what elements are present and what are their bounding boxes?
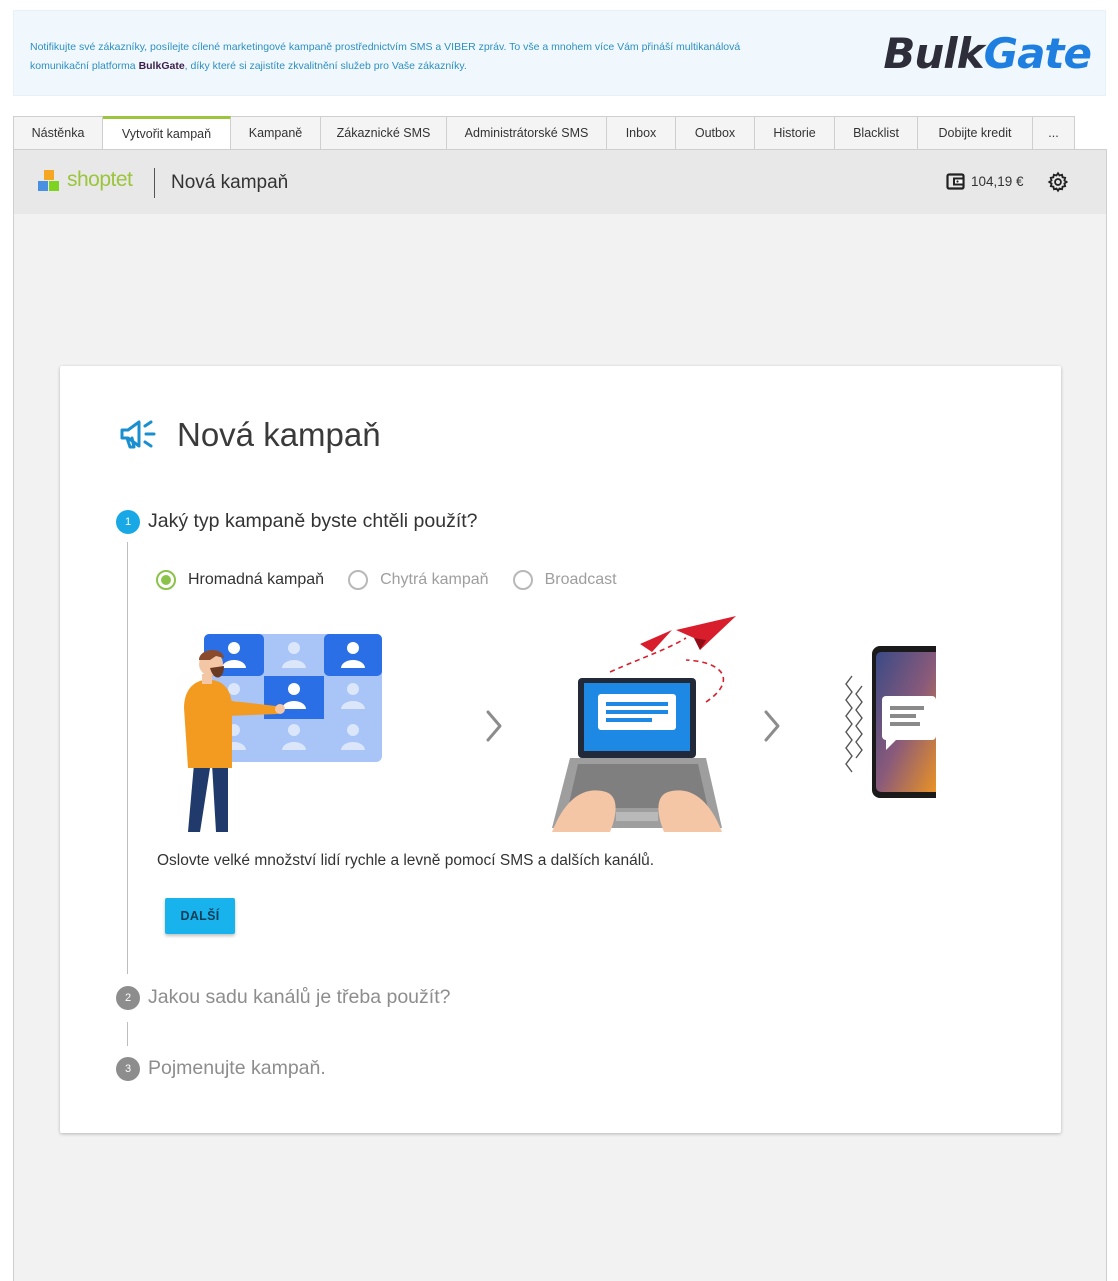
shoptet-name: shoptet [67,168,133,191]
bulkgate-logo[interactable]: BulkGate [883,29,1092,79]
wallet-icon [946,173,965,190]
logo-part-bulk: Bulk [883,29,984,78]
megaphone-icon [120,420,156,449]
tab-zakaznicke-sms[interactable]: Zákaznické SMS [321,116,447,150]
laptop-illustration [552,678,722,832]
banner-text: Notifikujte své zákazníky, posílejte cíl… [30,38,790,76]
tab-nastenka[interactable]: Nástěnka [13,116,103,150]
step-1-connector [127,542,128,974]
shoptet-logo-icon [38,170,60,192]
radio-label[interactable]: Broadcast [545,571,617,589]
tab-kampane[interactable]: Kampaně [231,116,321,150]
info-banner: Notifikujte své zákazníky, posílejte cíl… [13,10,1106,96]
gear-icon[interactable] [1047,171,1069,193]
step-2-number: 2 [116,986,140,1010]
step-2-label[interactable]: Jakou sadu kanálů je třeba použít? [148,986,450,1009]
radio-label[interactable]: Chytrá kampaň [380,571,489,589]
app-frame: shoptet Nová kampaň 104,19 € Nová kampaň… [13,149,1107,1281]
chevron-right-icon [764,710,780,742]
campaign-card: Nová kampaň 1 Jaký typ kampaně byste cht… [60,366,1061,1133]
step-3-label[interactable]: Pojmenujte kampaň. [148,1057,326,1080]
radio-broadcast[interactable]: Broadcast [512,570,617,590]
tab-dobijte-kredit[interactable]: Dobijte kredit [918,116,1033,150]
app-header: shoptet Nová kampaň 104,19 € [14,150,1106,214]
header-divider [154,168,155,198]
phone-illustration [845,646,936,798]
tab-outbox[interactable]: Outbox [676,116,755,150]
tab-inbox[interactable]: Inbox [607,116,676,150]
tab-administratorske-sms[interactable]: Administrátorské SMS [447,116,607,150]
campaign-type-description: Oslovte velké množství lidí rychle a lev… [157,852,655,869]
logo-part-gate: Gate [983,29,1092,78]
tab-more[interactable]: ... [1033,116,1075,150]
tab-historie[interactable]: Historie [755,116,835,150]
step-1-number: 1 [116,510,140,534]
card-title: Nová kampaň [177,416,381,453]
radio-label[interactable]: Hromadná kampaň [188,571,324,589]
campaign-type-radio-group: Hromadná kampaň Chytrá kampaň Broadcast [156,570,641,590]
credit-balance[interactable]: 104,19 € [971,174,1024,189]
step-2-connector [127,1022,128,1046]
page-title: Nová kampaň [171,172,289,193]
step-1-label[interactable]: Jaký typ kampaně byste chtěli použít? [148,510,478,533]
radio-circle[interactable] [348,570,369,590]
banner-text-part2: , díky které si zajistíte zkvalitnění sl… [184,60,467,72]
next-button[interactable]: DALŠÍ [165,898,235,934]
chevron-right-icon [486,710,502,742]
radio-chytra-kampan[interactable]: Chytrá kampaň [348,570,489,590]
main-tabs: Nástěnka Vytvořit kampaň Kampaně Zákazni… [13,116,1075,150]
mass-campaign-illustration [184,616,936,832]
tab-vytvorit-kampan[interactable]: Vytvořit kampaň [103,116,231,150]
radio-circle[interactable] [156,570,176,590]
banner-brand-inline[interactable]: BulkGate [139,60,185,72]
step-3-number: 3 [116,1057,140,1081]
radio-circle[interactable] [512,570,533,590]
tab-blacklist[interactable]: Blacklist [835,116,918,150]
radio-hromadna-kampan[interactable]: Hromadná kampaň [156,570,324,590]
